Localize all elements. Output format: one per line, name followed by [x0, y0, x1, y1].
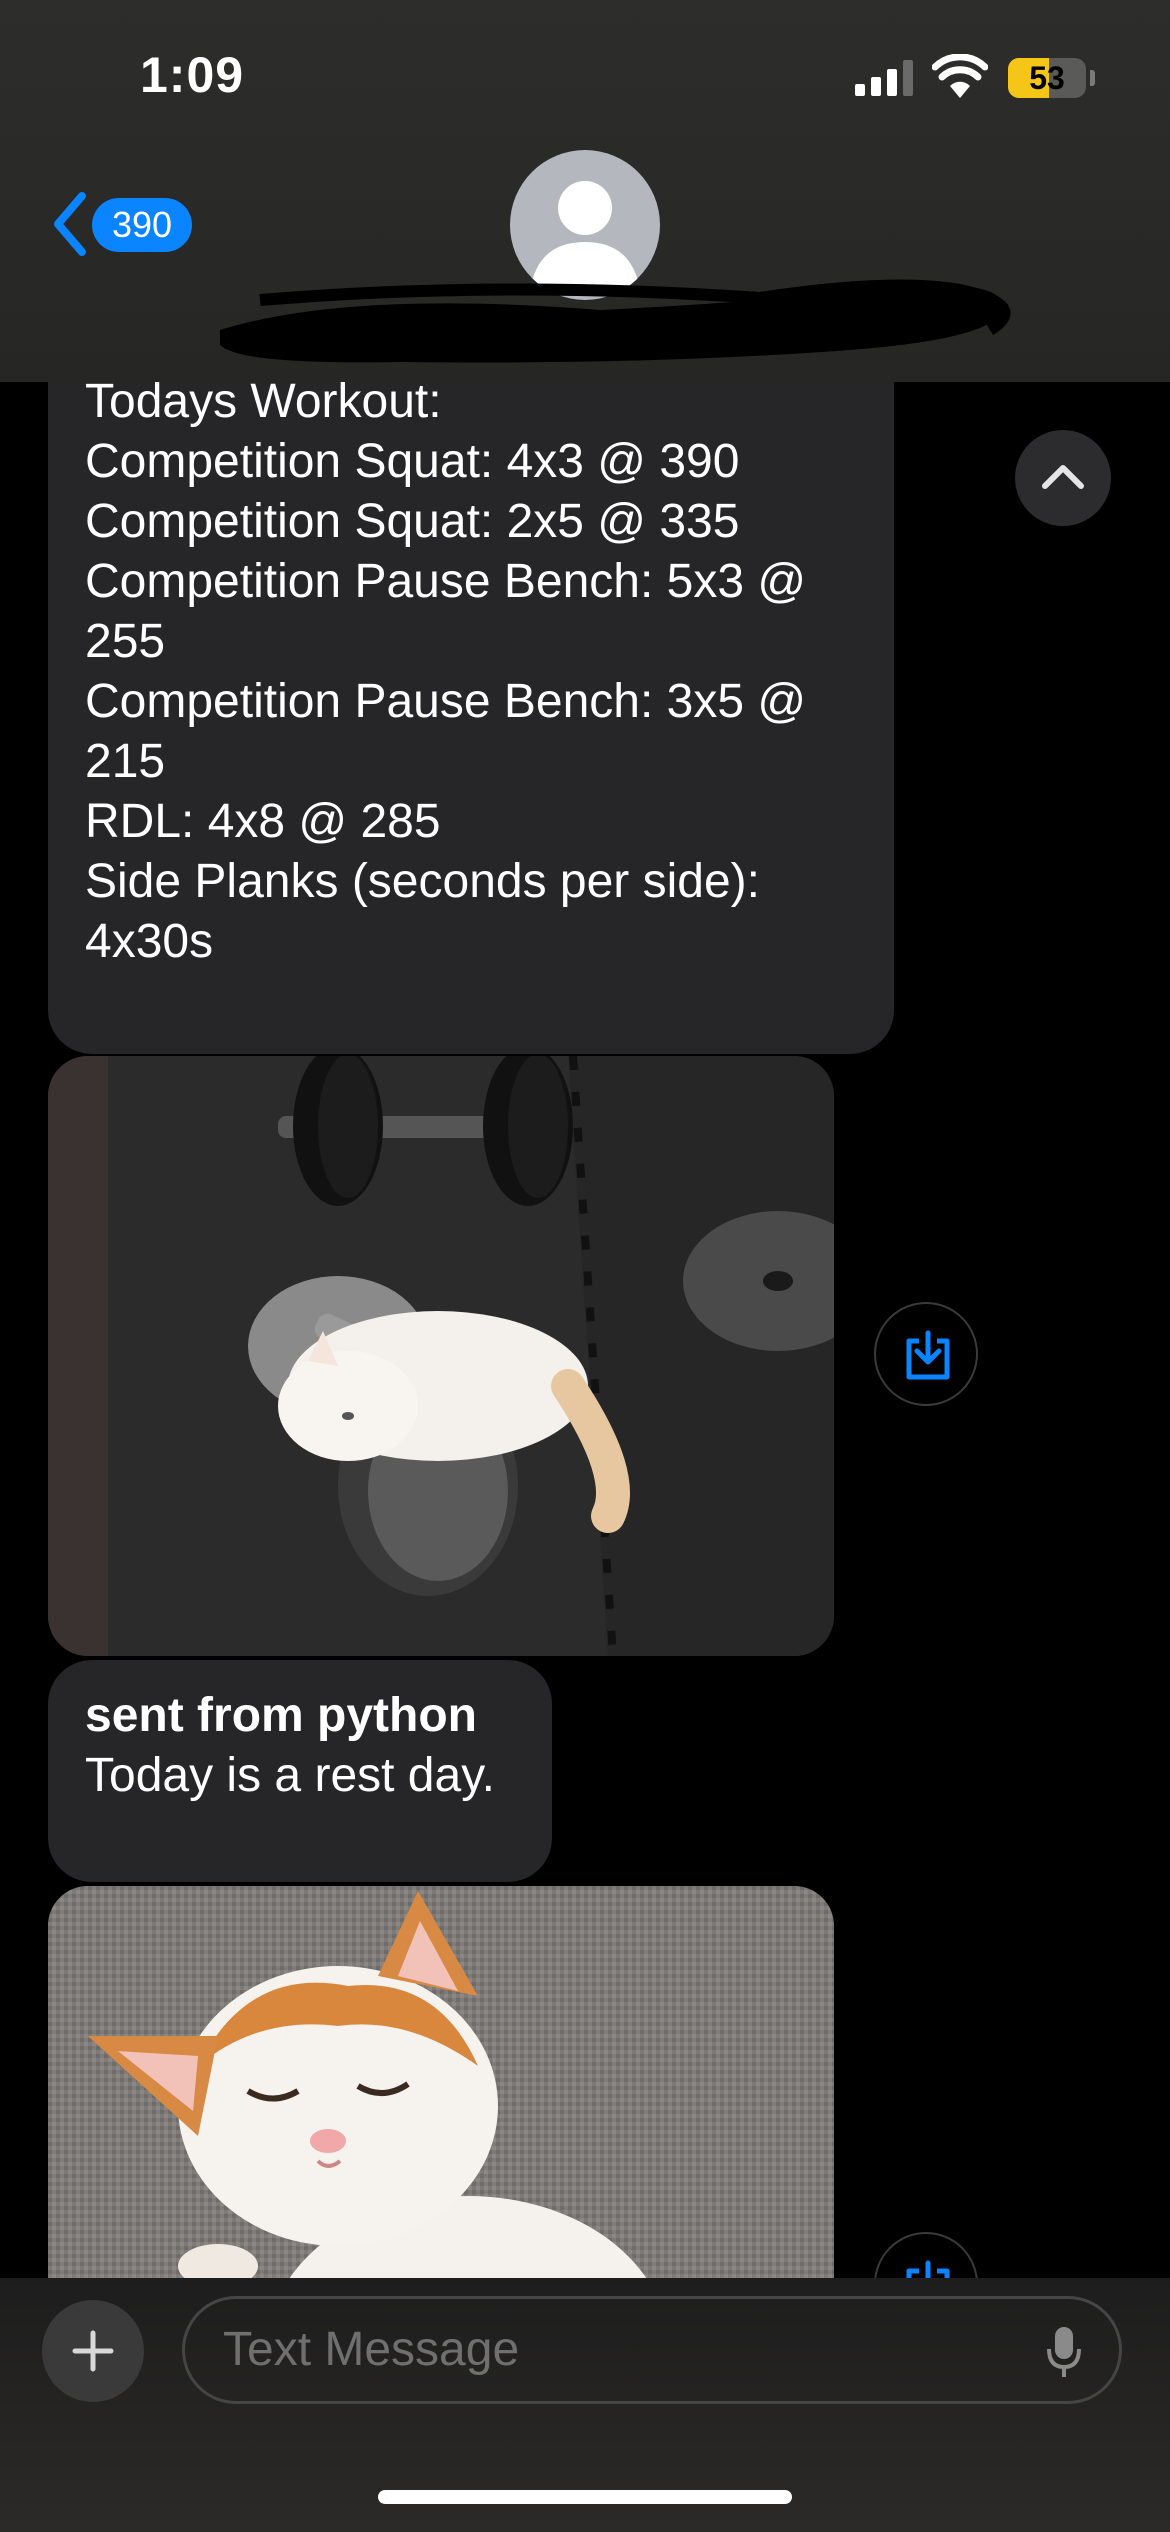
plus-icon: [72, 2330, 114, 2372]
microphone-icon[interactable]: [1047, 2325, 1081, 2379]
chevron-left-icon: [54, 192, 86, 256]
save-to-photos-icon: [906, 1330, 950, 1380]
message-line: 215: [85, 735, 166, 788]
home-indicator[interactable]: [378, 2490, 792, 2504]
status-time: 1:09: [140, 47, 245, 103]
unread-count-badge: 390: [92, 198, 192, 252]
workout-message-text: Todays Workout: Competition Squat: 4x3 @…: [85, 372, 864, 972]
add-attachment-button[interactable]: [42, 2300, 144, 2402]
message-input-placeholder: Text Message: [223, 2323, 520, 2376]
workout-message-bubble[interactable]: Todays Workout: Competition Squat: 4x3 @…: [48, 330, 894, 1054]
message-input[interactable]: Text Message: [182, 2296, 1122, 2404]
conversation-header: 1:09 53 390: [0, 0, 1170, 382]
photo-kitten-dumbbell[interactable]: [48, 1056, 834, 1656]
kitten-dumbbell-image: [48, 1056, 834, 1656]
message-line: Competition Squat: 4x3 @ 390: [85, 435, 740, 488]
battery-indicator: 53: [1008, 58, 1086, 98]
scroll-to-top-button[interactable]: [1015, 430, 1111, 526]
message-body: Today is a rest day.: [85, 1749, 495, 1802]
battery-percent: 53: [1029, 60, 1065, 96]
wifi-icon: [932, 54, 988, 98]
message-title: sent from python: [85, 1689, 477, 1742]
message-line: 255: [85, 615, 166, 668]
message-line: Competition Squat: 2x5 @ 335: [85, 495, 740, 548]
battery-cap: [1090, 70, 1095, 86]
contact-name-redacted[interactable]: [200, 270, 1030, 370]
save-photo-button[interactable]: [874, 1302, 978, 1406]
message-line: Side Planks (seconds per side):: [85, 855, 760, 908]
message-line: 4x30s: [85, 915, 214, 968]
message-line: Competition Pause Bench: 5x3 @: [85, 555, 807, 608]
chevron-up-icon: [1042, 465, 1084, 489]
cellular-signal-icon: [855, 60, 913, 96]
python-message-bubble[interactable]: sent from python Today is a rest day.: [48, 1660, 552, 1882]
message-line: Competition Pause Bench: 3x5 @: [85, 675, 807, 728]
message-line: RDL: 4x8 @ 285: [85, 795, 441, 848]
